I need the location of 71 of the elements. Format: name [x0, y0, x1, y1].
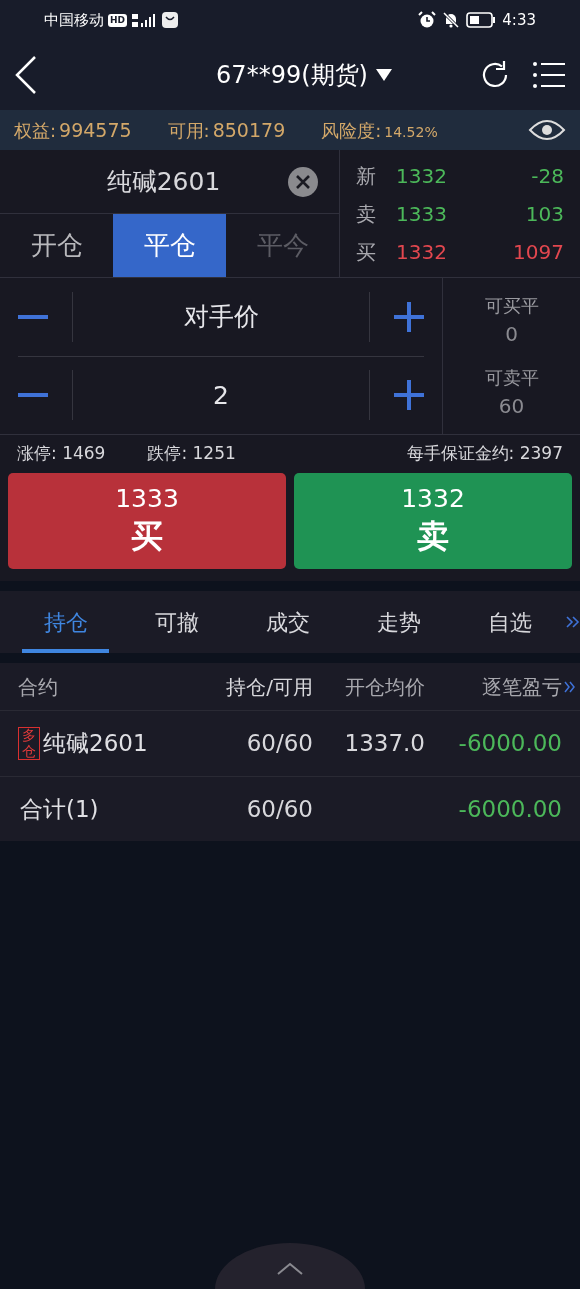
table-cell-text: 60/60	[245, 729, 313, 759]
account-label: 可用:	[167, 118, 210, 143]
tab[interactable]: 持仓	[10, 591, 122, 653]
alarm-icon	[418, 11, 437, 29]
clock-text: 4:33	[502, 9, 536, 31]
table-cell-text: 1337.0	[343, 729, 425, 759]
closable-value: 0	[505, 320, 518, 348]
column-header: 持仓/可用	[225, 673, 313, 701]
tab[interactable]: 成交	[232, 591, 344, 653]
account-value: 994575	[59, 117, 132, 143]
back-icon[interactable]	[14, 55, 38, 95]
minus-button[interactable]	[18, 291, 73, 342]
battery-icon	[466, 12, 497, 28]
table-cell-text: -6000.00	[457, 794, 562, 824]
quote-price: 1332	[396, 162, 448, 190]
tab[interactable]: 自选	[454, 591, 566, 653]
minus-icon	[18, 393, 48, 398]
more-icon[interactable]	[566, 615, 580, 629]
account-label: 风险度:	[321, 118, 382, 143]
margin-text: 每手保证金约: 2397	[406, 442, 563, 466]
quote-change: -28	[531, 162, 564, 190]
table-cell-text: 纯碱2601	[43, 729, 148, 759]
plus-icon	[394, 380, 424, 411]
carrier-text: 中国移动	[44, 9, 104, 31]
table-cell-text: 合计(1)	[20, 794, 100, 824]
muted-bell-icon	[442, 11, 461, 29]
column-header: 逐笔盈亏	[481, 673, 562, 701]
plus-button[interactable]	[369, 291, 424, 342]
table-cell-text: 60/60	[245, 794, 313, 824]
table-cell-text: -6000.00	[457, 729, 562, 759]
minus-icon	[18, 314, 48, 319]
sell-button[interactable]: 1332 卖	[294, 473, 572, 569]
dropdown-icon[interactable]	[375, 68, 392, 82]
position-badge: 多仓	[18, 727, 40, 760]
closable-label: 可买平	[484, 293, 539, 318]
bag-icon	[161, 11, 179, 29]
tab[interactable]: 可撤	[121, 591, 233, 653]
order-type-tab[interactable]: 平仓	[113, 214, 226, 277]
eye-icon[interactable]	[528, 118, 566, 142]
quote-label: 买	[356, 238, 377, 266]
hd-badge: HD	[108, 13, 127, 27]
refresh-icon[interactable]	[480, 60, 510, 90]
quote-change: 103	[525, 200, 564, 228]
clear-icon[interactable]	[287, 165, 319, 198]
plus-icon	[394, 301, 424, 332]
quote-price: 1332	[396, 238, 448, 266]
column-header: 开仓均价	[344, 673, 425, 701]
contract-name[interactable]: 纯碱2601	[20, 162, 287, 201]
account-value: 850179	[212, 117, 286, 143]
quote-change: 1097	[513, 238, 564, 266]
quantity-field: 2	[73, 376, 369, 414]
menu-icon[interactable]	[532, 60, 566, 90]
quote-price: 1333	[396, 200, 448, 228]
account-label: 权益:	[14, 118, 57, 143]
quote-label: 新	[356, 162, 377, 190]
limit-down-text: 跌停: 1251	[147, 442, 237, 466]
order-type-tab[interactable]: 开仓	[0, 214, 113, 277]
tab[interactable]: 走势	[343, 591, 455, 653]
price-field: 对手价	[73, 298, 369, 336]
signal-icon	[131, 12, 157, 28]
closable-label: 可卖平	[484, 365, 539, 390]
column-header: 合约	[18, 673, 59, 701]
buy-button[interactable]: 1333 买	[8, 473, 286, 569]
limit-up-text: 涨停: 1469	[17, 442, 106, 466]
account-value: 14.52%	[384, 122, 438, 142]
more-columns-icon[interactable]	[564, 679, 576, 694]
closable-value: 60	[498, 392, 525, 420]
account-selector[interactable]: 67**99(期货)	[216, 57, 392, 93]
minus-button[interactable]	[18, 370, 73, 421]
quote-label: 卖	[356, 200, 377, 228]
plus-button[interactable]	[369, 370, 424, 421]
